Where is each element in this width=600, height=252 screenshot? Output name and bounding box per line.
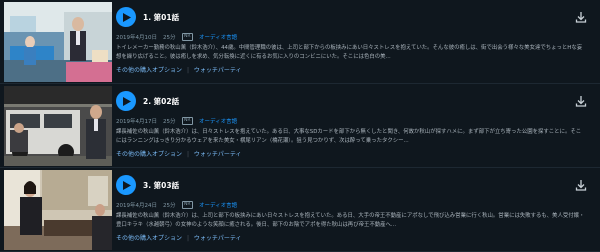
episode-thumbnail[interactable] (4, 170, 112, 250)
episode-description: トイレメーカー勤務の秋山薫（鈴木浩介）、44歳。中間管理職の彼は、上司と部下から… (116, 45, 583, 60)
episode-content: 2. 第02話 2019年4月17日 25分 NR オーディオ言語 課長補佐の秋… (116, 90, 594, 166)
episode-title[interactable]: 2. 第02話 (143, 96, 179, 107)
play-button[interactable] (116, 175, 136, 195)
duration: 25分 (163, 202, 176, 209)
thumbnail-image (4, 86, 112, 166)
thumbnail-image (4, 2, 112, 82)
link-separator: | (186, 151, 189, 158)
thumbnail-image (4, 170, 112, 250)
episode-title[interactable]: 1. 第01話 (143, 12, 179, 23)
link-separator: | (186, 67, 189, 74)
rating-badge: NR (181, 32, 193, 41)
play-icon (123, 96, 131, 106)
release-date: 2019年4月10日 (116, 34, 157, 41)
play-icon (123, 12, 131, 22)
watch-party-link[interactable]: ウォッチパーティ (194, 151, 242, 158)
watch-party-link[interactable]: ウォッチパーティ (194, 67, 242, 74)
audio-language: オーディオ言語 (199, 118, 238, 125)
duration: 25分 (163, 34, 176, 41)
rating-badge: NR (181, 116, 193, 125)
download-icon[interactable] (574, 10, 588, 24)
audio-language: オーディオ言語 (199, 34, 238, 41)
episode-thumbnail[interactable] (4, 2, 112, 82)
download-icon[interactable] (574, 178, 588, 192)
episode-row: 1. 第01話 2019年4月10日 25分 NR オーディオ言語 トイレメーカ… (0, 0, 600, 84)
audio-language: オーディオ言語 (199, 202, 238, 209)
episode-title[interactable]: 3. 第03話 (143, 180, 179, 191)
other-purchase-options-link[interactable]: その他の購入オプション (116, 67, 182, 74)
episode-row: 2. 第02話 2019年4月17日 25分 NR オーディオ言語 課長補佐の秋… (0, 84, 600, 168)
episode-content: 3. 第03話 2019年4月24日 25分 NR オーディオ言語 課長補佐の秋… (116, 174, 594, 250)
release-date: 2019年4月24日 (116, 202, 157, 209)
other-purchase-options-link[interactable]: その他の購入オプション (116, 151, 182, 158)
play-icon (123, 180, 131, 190)
episode-description: 課長補佐の秋山薫（鈴木浩介）は、上司と部下の板挟みにあい日々ストレスを抱えていた… (116, 213, 585, 228)
duration: 25分 (163, 118, 176, 125)
episode-thumbnail[interactable] (4, 86, 112, 166)
watch-party-link[interactable]: ウォッチパーティ (194, 235, 242, 242)
episode-row: 3. 第03話 2019年4月24日 25分 NR オーディオ言語 課長補佐の秋… (0, 168, 600, 252)
download-icon[interactable] (574, 94, 588, 108)
other-purchase-options-link[interactable]: その他の購入オプション (116, 235, 182, 242)
rating-badge: NR (181, 200, 193, 209)
episode-description: 課長補佐の秋山薫（鈴木浩介）は、日々ストレスを抱えていた。ある日、大事なSDカー… (116, 129, 582, 144)
release-date: 2019年4月17日 (116, 118, 157, 125)
episode-content: 1. 第01話 2019年4月10日 25分 NR オーディオ言語 トイレメーカ… (116, 6, 594, 82)
link-separator: | (186, 235, 189, 242)
play-button[interactable] (116, 91, 136, 111)
play-button[interactable] (116, 7, 136, 27)
